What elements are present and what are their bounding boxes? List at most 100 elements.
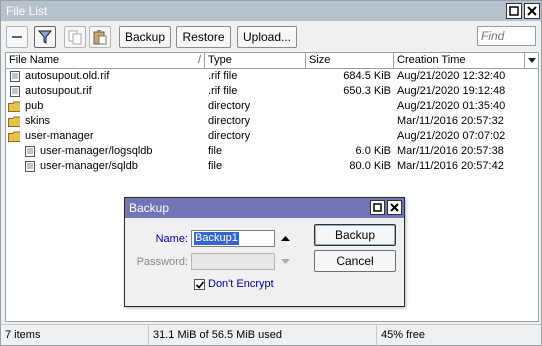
cell-type: file bbox=[208, 160, 223, 172]
cell-name: pub bbox=[6, 99, 203, 114]
dialog-backup-button[interactable]: Backup bbox=[314, 224, 396, 246]
password-label: Password: bbox=[136, 256, 188, 268]
maximize-icon bbox=[373, 203, 382, 212]
filter-icon bbox=[37, 30, 53, 44]
file-icon bbox=[10, 71, 20, 82]
cell-size: 6.0 KiB bbox=[355, 145, 391, 157]
cell-name: skins bbox=[6, 114, 203, 129]
column-header-size[interactable]: Size bbox=[306, 53, 394, 68]
cell-size bbox=[306, 129, 391, 144]
status-bar: 7 items 31.1 MiB of 56.5 MiB used 45% fr… bbox=[1, 324, 541, 346]
dialog-maximize-button[interactable] bbox=[370, 200, 385, 215]
file-name: autosupout.rif bbox=[25, 85, 92, 97]
copy-button[interactable] bbox=[64, 26, 86, 48]
cell-type: file bbox=[208, 145, 223, 157]
dialog-close-button[interactable] bbox=[387, 200, 402, 215]
cell-name: autosupout.rif bbox=[6, 84, 203, 99]
dont-encrypt-label[interactable]: Don't Encrypt bbox=[208, 278, 274, 290]
cell-name: user-manager/sqldb bbox=[6, 159, 203, 174]
table-row[interactable]: user-manager/sqldb file 80.0 KiB Mar/11/… bbox=[6, 159, 538, 174]
find-input[interactable] bbox=[477, 26, 536, 46]
table-row[interactable]: pub directory Aug/21/2020 01:35:40 bbox=[6, 99, 538, 114]
folder-icon bbox=[8, 101, 20, 112]
window-title: File List bbox=[6, 4, 48, 18]
file-name: pub bbox=[25, 100, 44, 112]
status-free-space: 45% free bbox=[381, 329, 426, 341]
copy-icon bbox=[68, 30, 82, 45]
file-name: autosupout.old.rif bbox=[25, 70, 110, 82]
cell-creation-time: Aug/21/2020 12:32:40 bbox=[397, 70, 506, 82]
cell-size: 80.0 KiB bbox=[349, 160, 391, 172]
chevron-down-icon bbox=[528, 58, 536, 63]
folder-icon bbox=[8, 116, 20, 127]
table-row[interactable]: skins directory Mar/11/2016 20:57:32 bbox=[6, 114, 538, 129]
expand-arrow-icon bbox=[281, 259, 290, 264]
cell-type: directory bbox=[208, 100, 251, 112]
table-row[interactable]: user-manager/logsqldb file 6.0 KiB Mar/1… bbox=[6, 144, 538, 159]
remove-button[interactable] bbox=[6, 26, 28, 48]
close-icon bbox=[527, 6, 537, 16]
name-label: Name: bbox=[155, 233, 188, 245]
backup-button[interactable]: Backup bbox=[119, 26, 171, 48]
cell-name: autosupout.old.rif bbox=[6, 69, 203, 84]
status-item-count: 7 items bbox=[1, 325, 149, 346]
column-menu-button[interactable] bbox=[525, 53, 538, 68]
minus-icon bbox=[12, 36, 22, 38]
paste-icon bbox=[93, 30, 107, 45]
cell-type: .rif file bbox=[208, 70, 238, 82]
cell-size bbox=[306, 114, 391, 129]
cell-size: 684.5 KiB bbox=[343, 70, 391, 82]
file-icon bbox=[25, 161, 35, 172]
dialog-titlebar[interactable]: Backup bbox=[125, 198, 404, 218]
password-input[interactable] bbox=[191, 253, 275, 270]
dialog-cancel-button[interactable]: Cancel bbox=[314, 250, 396, 272]
column-header-type[interactable]: Type bbox=[205, 53, 306, 68]
cell-type: directory bbox=[208, 130, 251, 142]
cell-creation-time: Aug/21/2020 19:12:48 bbox=[397, 85, 506, 97]
sort-icon: / bbox=[197, 54, 201, 66]
file-icon bbox=[10, 86, 20, 97]
cell-creation-time: Aug/21/2020 01:35:40 bbox=[397, 100, 506, 112]
file-icon bbox=[25, 146, 35, 157]
paste-button[interactable] bbox=[89, 26, 111, 48]
maximize-button[interactable] bbox=[506, 3, 522, 19]
file-name: skins bbox=[25, 115, 51, 127]
maximize-icon bbox=[509, 6, 519, 16]
file-name: user-manager/sqldb bbox=[40, 160, 138, 172]
close-button[interactable] bbox=[524, 3, 540, 19]
upload-button[interactable]: Upload... bbox=[237, 26, 297, 48]
column-header-file-name[interactable]: File Name / bbox=[6, 53, 205, 68]
cell-name: user-manager/logsqldb bbox=[6, 144, 203, 159]
folder-icon bbox=[8, 131, 20, 142]
toolbar: Backup Restore Upload... bbox=[1, 21, 541, 52]
name-input[interactable]: Backup1 bbox=[191, 230, 275, 247]
file-list-window: File List Backup Restore Upload... File … bbox=[0, 0, 542, 346]
cell-creation-time: Mar/11/2016 20:57:32 bbox=[397, 115, 504, 127]
dont-encrypt-checkbox[interactable] bbox=[194, 279, 205, 290]
cell-creation-time: Mar/11/2016 20:57:38 bbox=[397, 145, 504, 157]
cell-creation-time: Aug/21/2020 07:07:02 bbox=[397, 130, 506, 142]
table-row[interactable]: autosupout.rif .rif file 650.3 KiB Aug/2… bbox=[6, 84, 538, 99]
backup-dialog: Backup Name: Backup1 Password: Don't Enc… bbox=[124, 197, 405, 307]
collapse-arrow-icon[interactable] bbox=[281, 236, 290, 242]
file-name: user-manager bbox=[25, 130, 94, 142]
cell-type: directory bbox=[208, 115, 251, 127]
cell-type: .rif file bbox=[208, 85, 238, 97]
table-row[interactable]: user-manager directory Aug/21/2020 07:07… bbox=[6, 129, 538, 144]
status-disk-usage: 31.1 MiB of 56.5 MiB used bbox=[149, 325, 377, 346]
name-input-value: Backup1 bbox=[194, 232, 239, 245]
checkmark-icon bbox=[195, 281, 205, 289]
cell-name: user-manager bbox=[6, 129, 203, 144]
window-titlebar[interactable]: File List bbox=[1, 1, 541, 21]
close-icon bbox=[390, 203, 399, 212]
restore-button[interactable]: Restore bbox=[176, 26, 231, 48]
table-header: File Name / Type Size Creation Time bbox=[6, 53, 538, 69]
column-header-creation-time[interactable]: Creation Time bbox=[394, 53, 525, 68]
filter-button[interactable] bbox=[34, 26, 56, 48]
file-name: user-manager/logsqldb bbox=[40, 145, 153, 157]
column-header-label: File Name bbox=[9, 54, 60, 66]
cell-size bbox=[306, 99, 391, 114]
table-row[interactable]: autosupout.old.rif .rif file 684.5 KiB A… bbox=[6, 69, 538, 84]
cell-creation-time: Mar/11/2016 20:57:42 bbox=[397, 160, 504, 172]
dialog-title: Backup bbox=[129, 201, 170, 215]
